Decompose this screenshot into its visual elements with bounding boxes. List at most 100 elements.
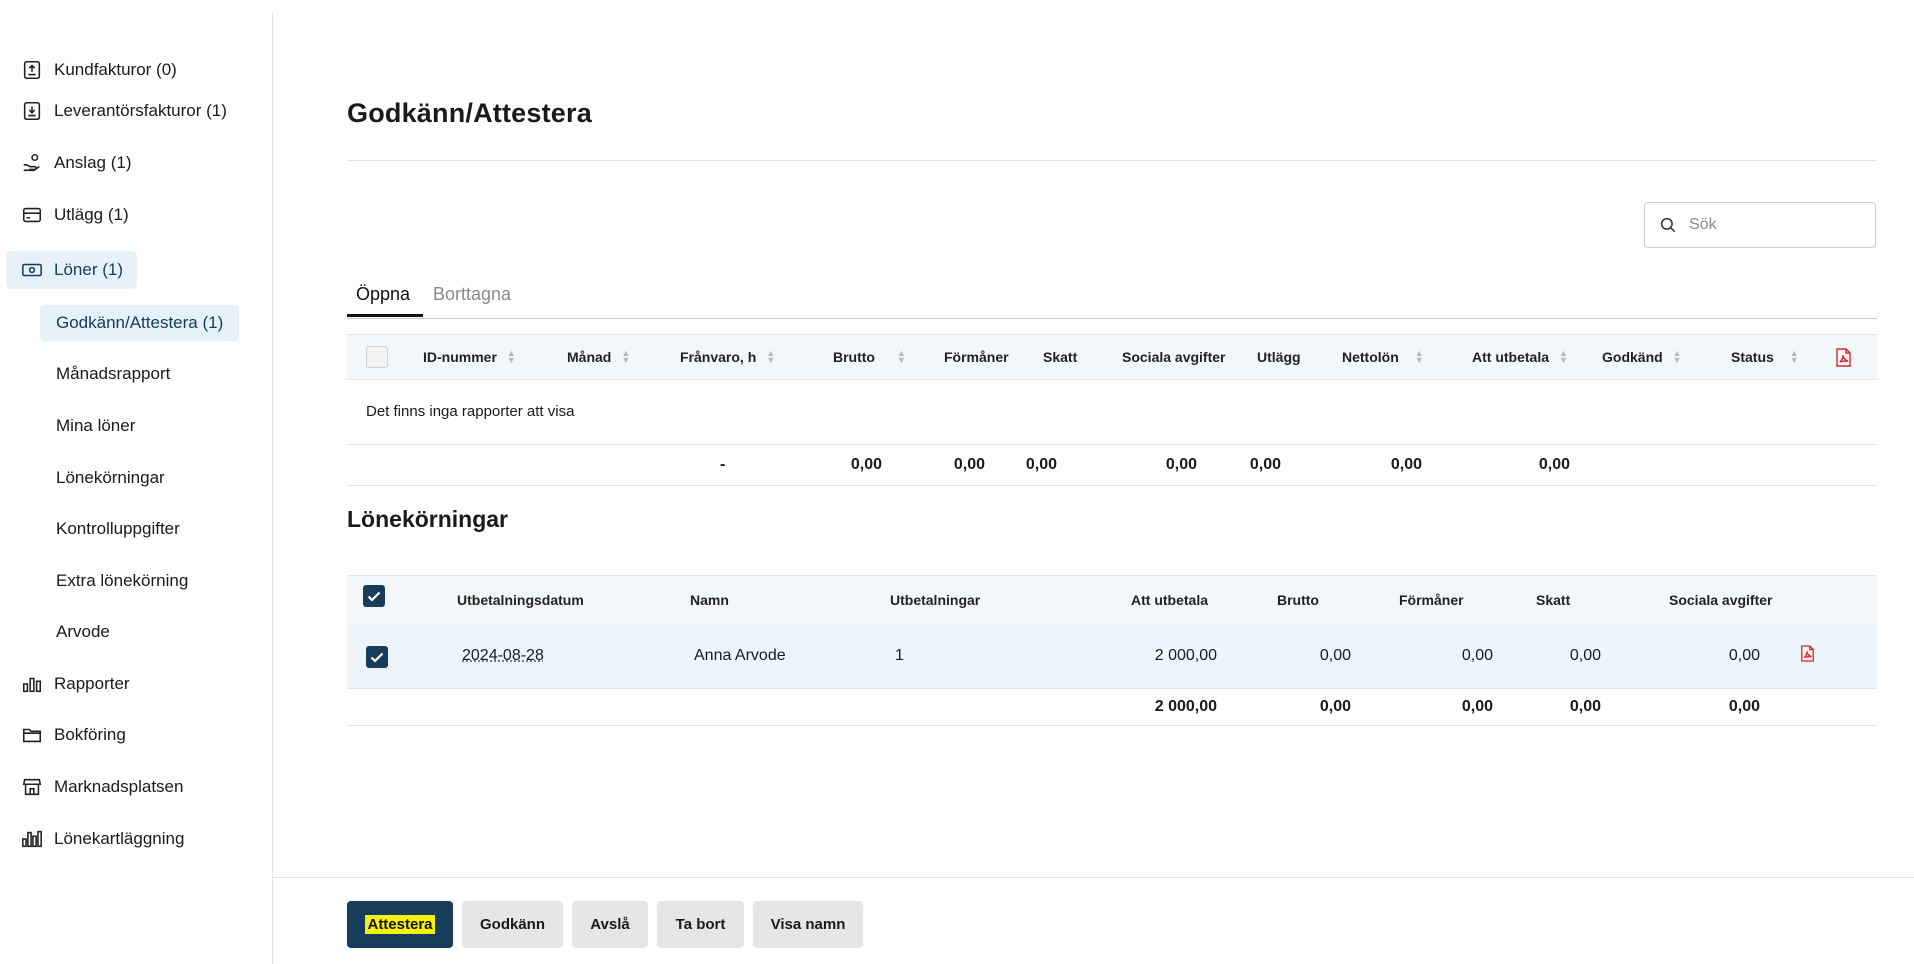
tab-bar: Öppna Borttagna [347,278,1877,319]
active-tab-indicator [347,314,423,317]
tab-borttagna[interactable]: Borttagna [433,284,511,305]
sidebar-item-lonekartlaggning[interactable]: Lönekartläggning [0,820,240,858]
row-checkbox[interactable] [366,646,388,668]
card-icon [20,203,44,227]
store-icon [20,775,44,799]
pdf-icon[interactable] [1800,645,1815,667]
invoice-in-icon [20,99,44,123]
sort-icon: ▲ ▼ [507,350,515,364]
col-sociala-avgifter: Sociala avgifter [1669,576,1773,624]
sidebar-item-label: Lönekartläggning [54,829,184,849]
payout-date-link[interactable]: 2024-08-28 [462,647,544,665]
col-utbetalningar: Utbetalningar [890,576,980,624]
chart-bars-icon [20,827,44,851]
sort-icon: ▲ ▼ [1673,350,1681,364]
col-skatt: Skatt [1043,335,1077,379]
sidebar-item-label: Löner (1) [54,260,123,280]
total-utlagg: 0,00 [1217,456,1281,474]
total-brutto: 0,00 [1287,698,1351,716]
select-all-checkbox[interactable] [366,346,388,368]
total-formaner: 0,00 [867,456,985,474]
sidebar-subitem-kontrolluppgifter[interactable]: Kontrolluppgifter [40,511,196,547]
empty-message: Det finns inga rapporter att visa [366,403,574,420]
search-box[interactable] [1644,202,1876,248]
total-att-utbetala: 2 000,00 [1127,698,1217,716]
col-id-nummer[interactable]: ID-nummer ▲ ▼ [423,335,515,379]
sidebar-subitem-lonekorningar[interactable]: Lönekörningar [40,460,181,496]
col-att-utbetala[interactable]: Att utbetala ▲ ▼ [1472,335,1567,379]
col-franvaro[interactable]: Frånvaro, h ▲ ▼ [680,335,774,379]
sidebar-item-kundfakturor[interactable]: Kundfakturor (0) [0,51,240,89]
tab-oppna[interactable]: Öppna [356,284,410,305]
sidebar-item-utlagg[interactable]: Utlägg (1) [0,196,240,234]
brutto-value: 0,00 [1287,647,1351,665]
total-skatt: 0,00 [1537,698,1601,716]
col-formaner: Förmåner [1399,576,1464,624]
sort-icon: ▲ ▼ [1559,350,1567,364]
employee-name: Anna Arvode [694,647,786,665]
sidebar-item-label: Bokföring [54,725,126,745]
sort-icon: ▲ ▼ [621,350,629,364]
col-sociala-avgifter: Sociala avgifter [1122,335,1226,379]
total-skatt: 0,00 [987,456,1057,474]
sidebar-subitem-godkann-attestera[interactable]: Godkänn/Attestera (1) [40,305,239,341]
sidebar-item-bokforing[interactable]: Bokföring [0,716,240,754]
col-godkand[interactable]: Godkänd ▲ ▼ [1602,335,1681,379]
sidebar-item-leverantorsfakturor[interactable]: Leverantörsfakturor (1) [0,92,240,130]
sidebar-subitem-arvode[interactable]: Arvode [40,614,126,650]
invoice-out-icon [20,58,44,82]
skatt-value: 0,00 [1537,647,1601,665]
col-brutto[interactable]: Brutto ▲ ▼ [833,335,905,379]
formaner-value: 0,00 [1427,647,1493,665]
row-divider [347,725,1877,726]
col-status[interactable]: Status ▲ ▼ [1731,335,1798,379]
attestera-button[interactable]: Attestera [347,901,453,948]
page-title: Godkänn/Attestera [347,98,592,129]
avsla-button[interactable]: Avslå [572,901,648,948]
col-formaner: Förmåner [944,335,1009,379]
reports-table-header: ID-nummer ▲ ▼ Månad ▲ ▼ Frånvaro, h ▲ ▼ Brutto… [347,334,1877,380]
bar-chart-icon [20,672,44,696]
total-att-utbetala: 0,00 [1487,456,1570,474]
sidebar-item-label: Rapporter [54,674,130,694]
payroll-table-header: Utbetalningsdatum Namn Utbetalningar Att… [347,575,1877,625]
godkann-button[interactable]: Godkänn [462,901,563,948]
table-row[interactable]: 2024-08-28 Anna Arvode 1 2 000,00 0,00 0… [347,624,1877,689]
footer-divider [272,877,1914,878]
select-all-checkbox[interactable] [363,585,385,607]
col-manad[interactable]: Månad ▲ ▼ [567,335,629,379]
sidebar-item-label: Utlägg (1) [54,205,129,225]
sidebar-item-loner[interactable]: Löner (1) [6,251,137,289]
sidebar-subitem-mina-loner[interactable]: Mina löner [40,408,151,444]
row-divider [347,444,1877,445]
col-utlagg: Utlägg [1257,335,1301,379]
search-icon [1659,216,1677,234]
visa-namn-button[interactable]: Visa namn [753,901,863,948]
col-brutto: Brutto [1277,576,1319,624]
sort-icon: ▲ ▼ [1415,350,1423,364]
checkmark-icon [367,591,381,602]
sidebar-subitem-manadsrapport[interactable]: Månadsrapport [40,356,186,392]
sidebar: Kundfakturor (0) Leverantörsfakturor (1)… [0,12,273,964]
ta-bort-button[interactable]: Ta bort [657,901,744,948]
col-nettolon[interactable]: Nettolön ▲ ▼ [1342,335,1423,379]
search-input[interactable] [1687,215,1861,235]
sidebar-item-label: Marknadsplatsen [54,777,183,797]
sidebar-item-marknadsplatsen[interactable]: Marknadsplatsen [0,768,240,806]
total-franvaro: - [720,456,725,474]
col-namn: Namn [690,576,729,624]
sort-icon: ▲ ▼ [897,350,905,364]
checkmark-icon [370,652,384,663]
sort-icon: ▲ ▼ [766,350,774,364]
title-divider [347,160,1877,161]
sidebar-subitem-extra-lonekorning[interactable]: Extra lönekörning [40,563,204,599]
section-title-lonekorningar: Lönekörningar [347,506,508,533]
pdf-icon[interactable] [1835,335,1852,379]
row-divider [347,485,1877,486]
sidebar-item-anslag[interactable]: Anslag (1) [0,144,240,182]
sidebar-item-rapporter[interactable]: Rapporter [0,665,240,703]
col-utbetalningsdatum: Utbetalningsdatum [457,576,584,624]
sidebar-item-label: Anslag (1) [54,153,131,173]
total-brutto: 0,00 [767,456,882,474]
col-skatt: Skatt [1536,576,1570,624]
